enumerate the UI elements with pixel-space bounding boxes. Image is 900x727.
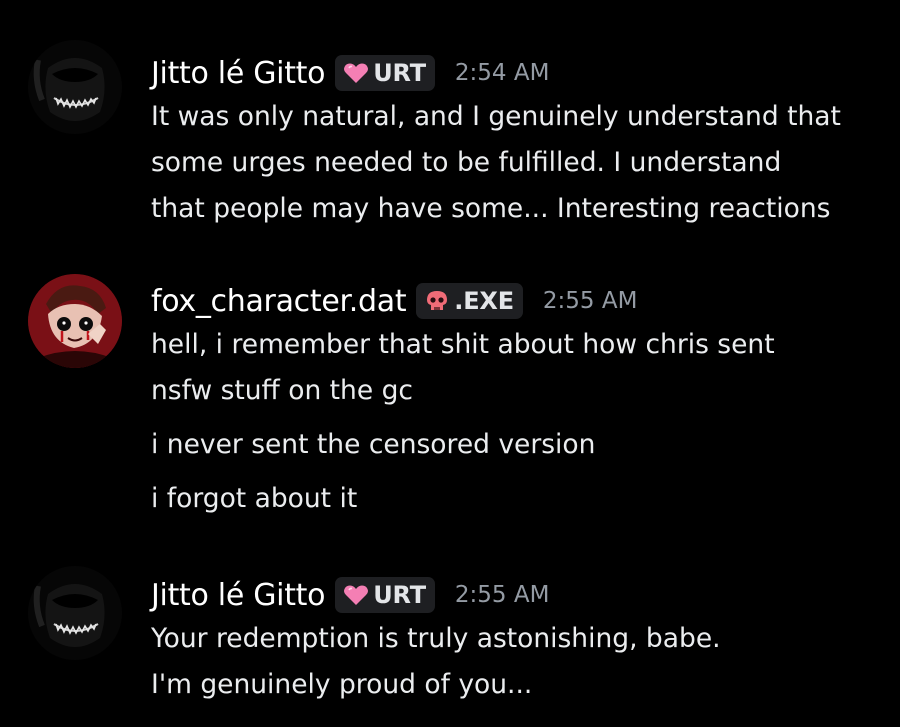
username[interactable]: Jitto lé Gitto — [151, 578, 326, 613]
username[interactable]: fox_character.dat — [151, 284, 407, 319]
username[interactable]: Jitto lé Gitto — [151, 56, 326, 91]
timestamp[interactable]: 2:55 AM — [543, 288, 638, 314]
guild-tag-text: URT — [373, 59, 426, 87]
avatar[interactable] — [28, 274, 122, 368]
message-text: some urges needed to be fulfilled. I und… — [151, 147, 782, 178]
guild-tag-text: .EXE — [454, 287, 514, 315]
avatar[interactable] — [28, 40, 122, 134]
message-header: Jitto lé Gitto URT 2:54 AM — [151, 52, 880, 94]
message-text: It was only natural, and I genuinely und… — [151, 101, 841, 132]
message-header: fox_character.dat .EXE 2:55 AM — [151, 280, 880, 322]
timestamp[interactable]: 2:54 AM — [455, 60, 550, 86]
message-text: that people may have some... Interesting… — [151, 193, 831, 224]
message-text: i never sent the censored version — [151, 429, 596, 460]
message-text: nsfw stuff on the gc — [151, 375, 413, 406]
timestamp[interactable]: 2:55 AM — [455, 582, 550, 608]
message-text: Your redemption is truly astonishing, ba… — [151, 623, 721, 654]
pink-heart-icon — [344, 63, 369, 83]
red-skull-icon — [427, 291, 448, 310]
guild-tag-badge[interactable]: URT — [335, 55, 435, 91]
message-text: I'm genuinely proud of you... — [151, 669, 533, 700]
guild-tag-badge[interactable]: .EXE — [416, 283, 523, 319]
message-header: Jitto lé Gitto URT 2:55 AM — [151, 574, 880, 616]
message-text: i forgot about it — [151, 483, 358, 514]
avatar[interactable] — [28, 566, 122, 660]
guild-tag-badge[interactable]: URT — [335, 577, 435, 613]
message-text: hell, i remember that shit about how chr… — [151, 329, 775, 360]
guild-tag-text: URT — [373, 581, 426, 609]
pink-heart-icon — [344, 585, 369, 605]
